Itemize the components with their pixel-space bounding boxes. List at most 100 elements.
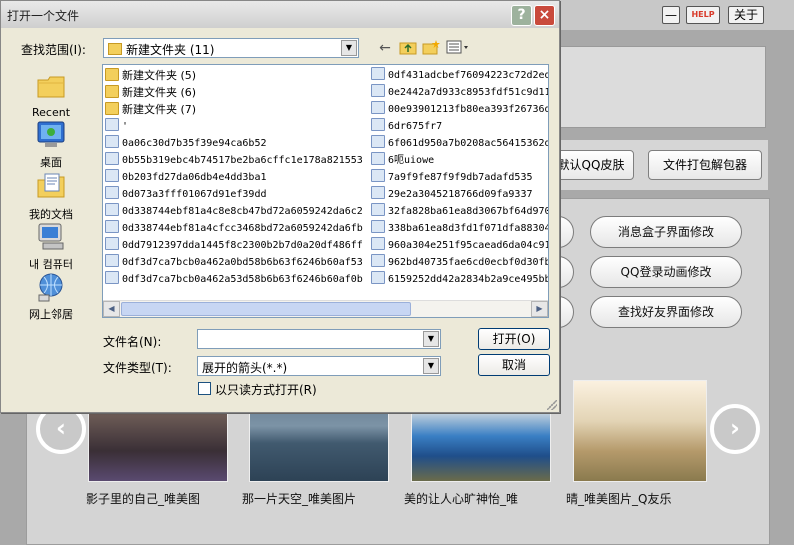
file-icon [105, 220, 119, 233]
file-item[interactable]: ' [105, 118, 128, 135]
file-name: 0e2442a7d933c8953fdf51c9d11 [388, 87, 549, 98]
file-name: 0df431adcbef76094223c72d2ed [388, 70, 549, 81]
folder-item[interactable]: 新建文件夹 (7) [105, 101, 196, 118]
resize-grip-icon[interactable] [547, 400, 557, 410]
file-item[interactable]: 32fa828ba61ea8d3067bf64d970 [371, 203, 548, 220]
file-icon [105, 169, 119, 182]
file-name: 0b55b319ebc4b74517be2ba6cffc1e178a821553 [122, 155, 363, 166]
file-item[interactable]: 0d073a3fff01067d91ef39dd [105, 186, 267, 203]
desktop-icon [35, 119, 67, 151]
folder-item[interactable]: 新建文件夹 (5) [105, 67, 196, 84]
close-icon[interactable]: × [534, 5, 555, 26]
my-documents-icon [35, 171, 67, 203]
file-item[interactable]: 0dd7912397dda1445f8c2300b2b7d0a20df486ff [105, 237, 363, 254]
filetype-dropdown[interactable]: 展开的箭头(*.*) ▼ [197, 356, 441, 376]
file-item[interactable]: 0d338744ebf81a4c8e8cb47bd72a6059242da6c2 [105, 203, 363, 220]
file-item[interactable]: 338ba61ea8d3fd1f071dfa88304 [371, 220, 548, 237]
back-arrow-icon[interactable]: ← [375, 39, 395, 57]
scroll-right-icon[interactable]: ▶ [531, 301, 548, 317]
file-item[interactable]: 962bd40735fae6cd0ecbf0d30fb [371, 254, 548, 271]
file-icon [371, 203, 385, 216]
place-recent[interactable]: Recent [15, 71, 87, 119]
help-icon[interactable]: ? [511, 5, 532, 26]
file-icon [371, 237, 385, 250]
chevron-down-icon[interactable]: ▼ [423, 331, 439, 347]
find-friend-ui-button[interactable]: 查找好友界面修改 [590, 296, 742, 328]
qq-login-animation-button[interactable]: QQ登录动画修改 [590, 256, 742, 288]
file-icon [105, 118, 119, 131]
cancel-button[interactable]: 取消 [478, 354, 550, 376]
next-arrow-button[interactable]: › [710, 404, 760, 454]
place-label: 网上邻居 [29, 308, 73, 321]
readonly-checkbox[interactable] [198, 382, 211, 395]
scrollbar-thumb[interactable] [121, 302, 411, 316]
horizontal-scrollbar[interactable]: ◀ ▶ [103, 300, 548, 317]
filename-input[interactable]: ▼ [197, 329, 441, 349]
scroll-left-icon[interactable]: ◀ [103, 301, 120, 317]
folder-icon [105, 68, 119, 81]
file-item[interactable]: 6呃uiowe [371, 152, 434, 169]
file-name: 00e93901213fb80ea393f26736d [388, 104, 549, 115]
message-box-ui-button[interactable]: 消息盒子界面修改 [590, 216, 742, 248]
file-item[interactable]: 0df3d7ca7bcb0a462a53d58b6b63f6246b60af0b [105, 271, 363, 288]
file-list[interactable]: 新建文件夹 (5) 新建文件夹 (6) 新建文件夹 (7) ' 0a06c30d7b35… [102, 64, 549, 318]
file-item[interactable]: 6dr675fr7 [371, 118, 442, 135]
folder-item[interactable]: 新建文件夹 (6) [105, 84, 196, 101]
recent-folder-icon [35, 71, 67, 103]
place-label: 我的文档 [29, 208, 73, 221]
place-my-documents[interactable]: 我的文档 [15, 171, 87, 222]
file-item[interactable]: 7a9f9fe87f9f9db7adafd535 [371, 169, 533, 186]
up-folder-icon[interactable] [398, 39, 418, 57]
file-icon [371, 135, 385, 148]
file-item[interactable]: 6159252dd42a2834b2a9ce495bb [371, 271, 548, 288]
place-label: Recent [31, 106, 71, 119]
open-button[interactable]: 打开(O) [478, 328, 550, 350]
thumbnail-caption-2: 那一片天空_唯美图片 [242, 492, 357, 506]
file-icon [105, 237, 119, 250]
file-icon [371, 67, 385, 80]
file-item[interactable]: 6f061d950a7b0208ac56415362d [371, 135, 548, 152]
place-network[interactable]: 网上邻居 [15, 271, 87, 322]
folder-icon [105, 102, 119, 115]
file-item[interactable]: 00e93901213fb80ea393f26736d [371, 101, 549, 118]
file-item[interactable]: 0b203fd27da06db4e4dd3ba1 [105, 169, 267, 186]
place-label: 내 컴퓨터 [29, 258, 73, 271]
thumbnail-4[interactable] [573, 380, 707, 482]
file-item[interactable]: 960a304e251f95caead6da04c91 [371, 237, 548, 254]
new-folder-icon[interactable] [421, 39, 441, 57]
file-name: ' [122, 121, 129, 132]
file-item[interactable]: 0b55b319ebc4b74517be2ba6cffc1e178a821553 [105, 152, 363, 169]
file-name: 0d338744ebf81a4c8e8cb47bd72a6059242da6c2 [122, 206, 363, 217]
file-name: 6dr675fr7 [388, 121, 443, 132]
file-name: 6呃uiowe [388, 155, 435, 166]
file-item[interactable]: 29e2a3045218766d09fa9337 [371, 186, 533, 203]
about-button[interactable]: 关于 [728, 6, 764, 24]
filetype-label: 文件类型(T): [103, 361, 172, 375]
chevron-down-icon[interactable]: ▼ [341, 40, 357, 56]
thumbnail-caption-1: 影子里的自己_唯美图 [86, 492, 201, 506]
file-name: 0dd7912397dda1445f8c2300b2b7d0a20df486ff [122, 240, 363, 251]
look-in-dropdown[interactable]: 新建文件夹 (11) ▼ [103, 38, 359, 58]
minimize-button[interactable]: — [662, 6, 680, 24]
folder-icon [108, 43, 122, 55]
file-name: 0df3d7ca7bcb0a462a0bd58b6b63f6246b60af53 [122, 257, 363, 268]
file-name: 29e2a3045218766d09fa9337 [388, 189, 533, 200]
chevron-down-icon[interactable]: ▼ [423, 358, 439, 374]
file-item[interactable]: 0df431adcbef76094223c72d2ed [371, 67, 549, 84]
help-button[interactable]: HELP [686, 6, 720, 24]
view-menu-icon[interactable] [445, 39, 471, 57]
dialog-title-bar[interactable]: 打开一个文件 ? × [1, 1, 559, 28]
network-places-icon [35, 271, 67, 303]
default-skin-button[interactable]: 默认QQ皮肤 [548, 150, 634, 180]
file-icon [371, 220, 385, 233]
look-in-value: 新建文件夹 (11) [108, 41, 214, 58]
place-my-computer[interactable]: 내 컴퓨터 [15, 221, 87, 272]
file-item[interactable]: 0d338744ebf81a4cfcc3468bd72a6059242da6fb [105, 220, 363, 237]
file-icon [371, 118, 385, 131]
file-item[interactable]: 0e2442a7d933c8953fdf51c9d11 [371, 84, 549, 101]
file-icon [371, 186, 385, 199]
place-desktop[interactable]: 桌面 [15, 119, 87, 170]
file-item[interactable]: 0a06c30d7b35f39e94ca6b52 [105, 135, 267, 152]
file-item[interactable]: 0df3d7ca7bcb0a462a0bd58b6b63f6246b60af53 [105, 254, 363, 271]
file-pack-unpack-button[interactable]: 文件打包解包器 [648, 150, 762, 180]
